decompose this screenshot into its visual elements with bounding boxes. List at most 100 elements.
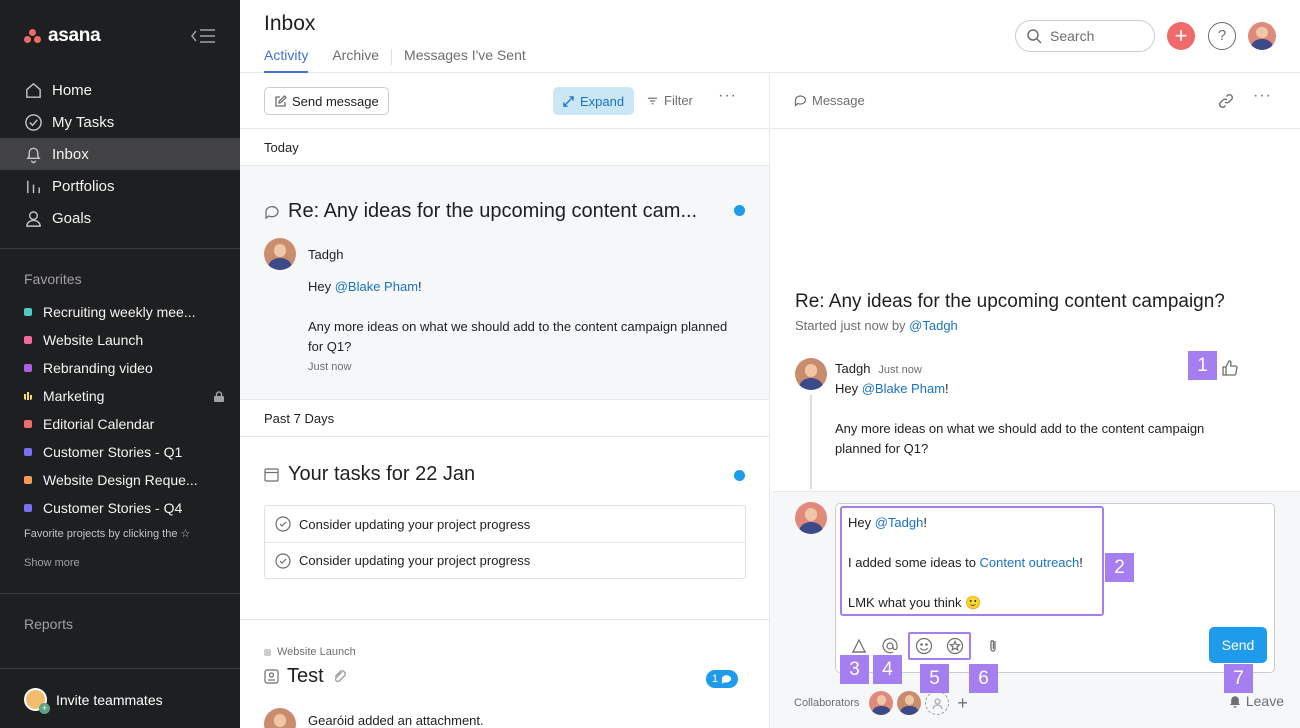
message-title: Re: Any ideas for the upcoming content c… <box>795 291 1225 312</box>
favorite-project-item[interactable]: Website Launch <box>24 326 224 354</box>
expand-button[interactable]: Expand <box>553 87 635 115</box>
add-collaborator-button[interactable] <box>925 691 950 715</box>
activity-text: added an attachment. <box>354 713 484 728</box>
compose-area: Hey @Tadgh! I added some ideas to Conten… <box>771 491 1300 728</box>
draft-line2-prefix: I added some ideas to <box>848 555 980 570</box>
list-more-options-button[interactable]: ··· <box>718 87 740 105</box>
favorite-project-item[interactable]: Recruiting weekly mee... <box>24 298 224 326</box>
detail-type-label: Message <box>794 93 865 108</box>
started-prefix: Started just now by <box>795 318 910 333</box>
sidebar-item-portfolios[interactable]: Portfolios <box>0 170 240 202</box>
favorites-heading: Favorites <box>24 271 82 287</box>
collaborator-avatar[interactable] <box>869 691 894 715</box>
tab-messages-sent[interactable]: Messages I've Sent <box>404 47 526 73</box>
comment-count-badge[interactable]: 1 <box>706 670 739 688</box>
invite-teammates-icon <box>24 688 50 714</box>
comment-greeting: Hey @Blake Pham! <box>835 379 1245 399</box>
check-circle-icon[interactable] <box>275 552 291 569</box>
draft-line: Hey @Tadgh! <box>848 513 1096 533</box>
show-more-link[interactable]: Show more <box>24 557 80 569</box>
collapse-sidebar-icon[interactable] <box>190 27 216 45</box>
task-row[interactable]: Consider updating your project progress <box>265 506 745 542</box>
send-message-label: Send message <box>292 93 379 109</box>
sidebar-divider <box>0 668 240 669</box>
tab-archive[interactable]: Archive <box>332 47 379 73</box>
copy-link-icon[interactable] <box>1217 92 1235 110</box>
logo-text: asana <box>48 25 101 46</box>
thumbs-up-icon[interactable] <box>1221 359 1239 377</box>
thread-title[interactable]: Re: Any ideas for the upcoming content c… <box>264 200 697 223</box>
draft-line1-suffix: ! <box>923 515 927 530</box>
search-input[interactable]: Search <box>1015 20 1155 52</box>
person-icon <box>932 697 943 709</box>
callout-2: 2 <box>1105 553 1134 582</box>
inbox-thread-card[interactable]: Re: Any ideas for the upcoming content c… <box>240 166 769 400</box>
quick-add-button[interactable]: + <box>1167 22 1195 50</box>
mention-link[interactable]: @Blake Pham <box>335 279 418 294</box>
message-started-by: Started just now by @Tadgh <box>795 318 958 333</box>
thread-body: Hey @Blake Pham! Any more ideas on what … <box>308 277 728 357</box>
leave-button[interactable]: Leave <box>1228 693 1284 709</box>
project-link[interactable]: Content outreach <box>980 555 1080 570</box>
project-activity-card[interactable]: Website Launch Test 1 Gearóid added an a… <box>240 620 769 728</box>
collaborators-row: Collaborators + Leave <box>794 688 1284 718</box>
project-tag[interactable]: Website Launch <box>264 646 356 658</box>
composer-text-input[interactable]: Hey @Tadgh! I added some ideas to Conten… <box>840 506 1104 616</box>
thread-message: Any more ideas on what we should add to … <box>308 319 728 354</box>
paperclip-icon[interactable] <box>984 637 1002 655</box>
check-circle-icon[interactable] <box>275 516 291 532</box>
send-message-button[interactable]: Send message <box>264 87 389 115</box>
favorites-hint: Favorite projects by clicking the ☆ <box>24 528 191 540</box>
task-title-text: Test <box>287 665 324 687</box>
mention-link[interactable]: @Tadgh <box>909 318 958 333</box>
task-row[interactable]: Consider updating your project progress <box>265 542 745 578</box>
sidebar-item-inbox[interactable]: Inbox <box>0 138 240 170</box>
favorite-project-item[interactable]: Customer Stories - Q4 <box>24 494 224 522</box>
draft-line1-prefix: Hey <box>848 515 875 530</box>
asana-logo[interactable]: asana <box>24 25 101 47</box>
tasks-digest-title[interactable]: Your tasks for 22 Jan <box>264 463 475 486</box>
thread-author: Tadgh <box>308 247 344 262</box>
reports-link[interactable]: Reports <box>24 616 73 632</box>
unread-indicator <box>734 205 745 216</box>
favorite-project-item[interactable]: Website Design Reque... <box>24 466 224 494</box>
favorite-project-item[interactable]: Customer Stories - Q1 <box>24 438 224 466</box>
sidebar-item-label: Goals <box>52 209 92 227</box>
star-badge-icon[interactable] <box>946 637 964 655</box>
mention-at-icon[interactable] <box>881 637 899 655</box>
sidebar-item-my-tasks[interactable]: My Tasks <box>0 106 240 138</box>
comment-author: Tadgh <box>835 361 871 376</box>
thread-greeting: Hey @Blake Pham! <box>308 277 728 297</box>
message-detail-pane: Message ··· Re: Any ideas for the upcomi… <box>771 73 1300 728</box>
activity-author: Gearóid <box>308 713 355 728</box>
user-avatar[interactable] <box>1248 22 1276 50</box>
detail-type-text: Message <box>812 93 865 108</box>
mention-link[interactable]: @Tadgh <box>875 515 924 530</box>
lock-icon <box>214 390 224 402</box>
tasks-digest-card[interactable]: Your tasks for 22 Jan Consider updating … <box>240 437 769 620</box>
text-format-icon[interactable] <box>850 637 868 655</box>
filter-button[interactable]: Filter <box>647 93 693 108</box>
top-header: Inbox Activity Archive Messages I've Sen… <box>240 0 1300 73</box>
invite-teammates-button[interactable]: Invite teammates <box>24 688 163 714</box>
help-button[interactable]: ? <box>1208 22 1236 50</box>
emoji-icon[interactable] <box>915 637 933 655</box>
sidebar-item-home[interactable]: Home <box>0 74 240 106</box>
detail-more-options-button[interactable]: ··· <box>1253 87 1272 105</box>
filter-label: Filter <box>664 93 693 108</box>
comment-body: Hey @Blake Pham! Any more ideas on what … <box>835 379 1245 459</box>
mention-link[interactable]: @Blake Pham <box>862 381 945 396</box>
unread-indicator <box>734 470 745 481</box>
message-composer[interactable]: Hey @Tadgh! I added some ideas to Conten… <box>835 503 1275 673</box>
collaborator-avatar[interactable] <box>897 691 922 715</box>
send-button[interactable]: Send <box>1209 627 1267 663</box>
task-title[interactable]: Test <box>264 665 347 688</box>
favorite-project-item[interactable]: Marketing <box>24 382 224 410</box>
favorite-project-item[interactable]: Rebranding video <box>24 354 224 382</box>
favorite-project-item[interactable]: Editorial Calendar <box>24 410 224 438</box>
sidebar-item-label: Inbox <box>52 145 89 163</box>
tab-activity[interactable]: Activity <box>264 47 309 73</box>
sidebar-divider <box>0 248 240 249</box>
sidebar-item-goals[interactable]: Goals <box>0 202 240 234</box>
add-collaborator-plus-icon[interactable]: + <box>957 693 968 714</box>
